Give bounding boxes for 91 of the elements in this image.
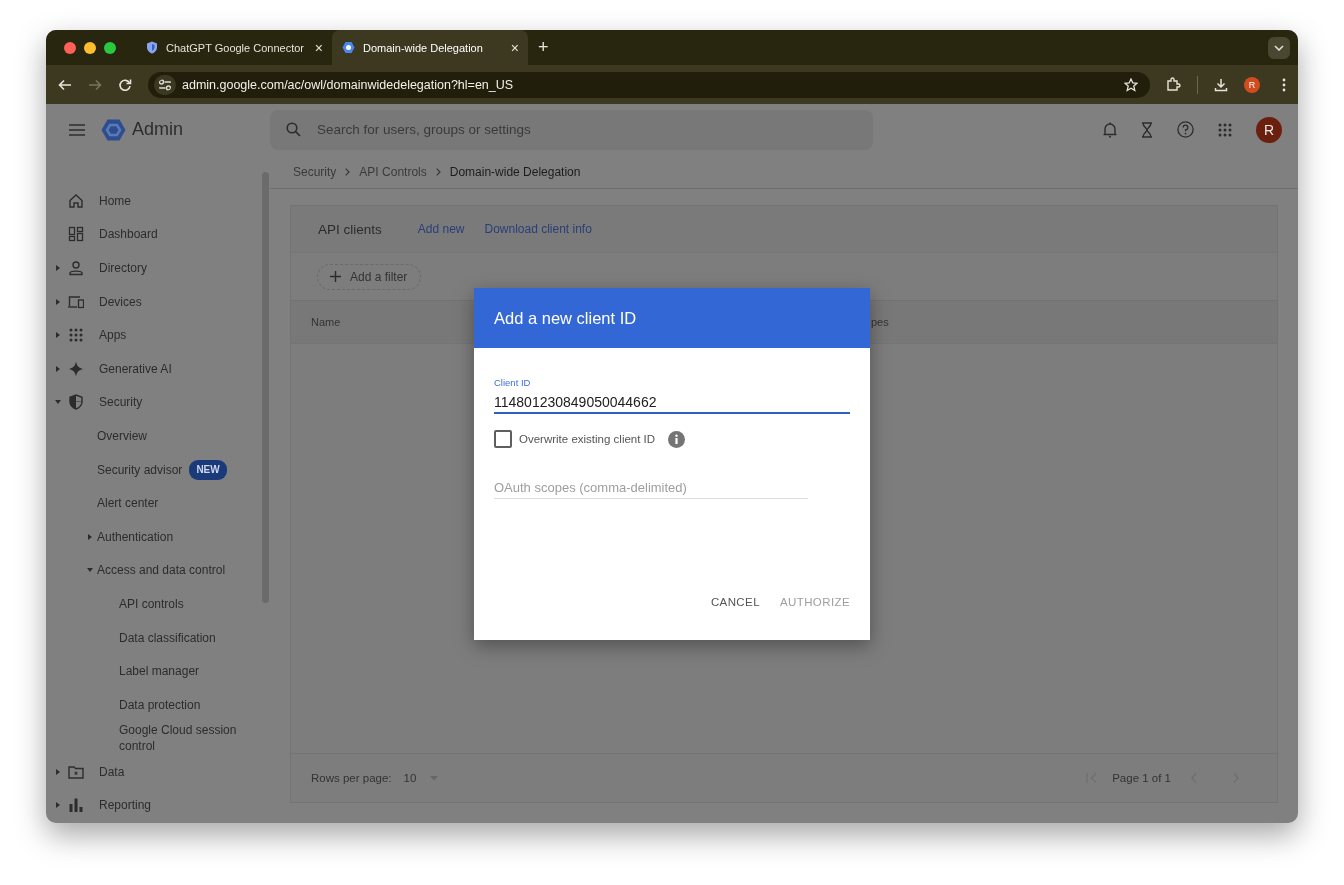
- more-menu-icon[interactable]: [1282, 77, 1286, 92]
- apps-grid-icon: [68, 327, 84, 344]
- back-arrow-icon[interactable]: [58, 77, 72, 92]
- caret-down-icon[interactable]: [55, 399, 61, 406]
- caret-right-icon[interactable]: [55, 298, 61, 305]
- caret-right-icon[interactable]: [55, 265, 61, 271]
- sidebar-item[interactable]: Label manager: [46, 654, 270, 688]
- person-icon: [68, 260, 84, 276]
- hexagon-logo-icon: [101, 118, 126, 141]
- dialog-button[interactable]: CANCEL: [702, 590, 768, 614]
- sidebar-item[interactable]: Security advisor NEW: [46, 452, 270, 487]
- browser-tab[interactable]: Domain-wide Delegation ×: [332, 30, 528, 65]
- info-icon[interactable]: [668, 430, 686, 448]
- browser-tab[interactable]: ChatGPT Google Connector ×: [136, 30, 332, 65]
- new-tab-button[interactable]: +: [538, 37, 549, 58]
- sidebar-item[interactable]: Authentication: [46, 519, 270, 554]
- dashboard-icon: [68, 226, 84, 243]
- tab-title: Domain-wide Delegation: [363, 41, 484, 54]
- sidebar-item[interactable]: Dashboard: [46, 217, 270, 252]
- chevron-right-icon: [435, 167, 441, 176]
- tab-search-button[interactable]: [1268, 36, 1290, 59]
- checkbox[interactable]: [494, 430, 512, 448]
- search-icon: [286, 121, 301, 137]
- profile-avatar[interactable]: R: [1244, 76, 1260, 93]
- window-control[interactable]: [104, 41, 116, 54]
- download-icon[interactable]: [1214, 77, 1228, 92]
- sidebar-item[interactable]: Google Cloud session control: [46, 721, 270, 756]
- chevron-right-icon: [345, 167, 351, 176]
- hourglass-icon[interactable]: [1141, 121, 1153, 138]
- sidebar-item[interactable]: Alert center: [46, 486, 270, 520]
- caret-right-icon[interactable]: [55, 802, 61, 809]
- sidebar-item[interactable]: API controls: [46, 587, 270, 621]
- checkbox-label: Overwrite existing client ID: [519, 433, 656, 445]
- sidebar-item[interactable]: Security: [46, 385, 270, 420]
- puzzle-icon[interactable]: [1166, 77, 1181, 92]
- chevron-down-icon: [1274, 44, 1284, 51]
- breadcrumb-link[interactable]: API Controls: [359, 164, 427, 179]
- tab-title: ChatGPT Google Connector: [166, 41, 305, 54]
- shield-icon: [68, 394, 84, 411]
- sidebar-item[interactable]: Generative AI: [46, 351, 270, 386]
- reload-icon[interactable]: [118, 77, 132, 92]
- sidebar-item[interactable]: Devices: [46, 284, 270, 319]
- rows-per-page-label: Rows per page:: [311, 772, 392, 784]
- star-icon[interactable]: [1124, 77, 1138, 92]
- sparkle-icon: [68, 360, 84, 377]
- caret-down-icon[interactable]: [87, 567, 93, 574]
- rows-per-page-select[interactable]: 10: [403, 772, 439, 784]
- devices-icon: [68, 293, 84, 310]
- sidebar-item[interactable]: Reporting: [46, 788, 270, 823]
- sidebar-item[interactable]: Apps: [46, 318, 270, 352]
- user-avatar[interactable]: R: [1256, 116, 1282, 143]
- breadcrumb-link[interactable]: Security: [293, 164, 337, 179]
- home-icon: [68, 192, 84, 209]
- address-bar[interactable]: admin.google.com/ac/owl/domainwidedelegation?hl=en_US: [148, 71, 1150, 98]
- sidebar-item[interactable]: Directory: [46, 251, 270, 285]
- product-name: Admin: [132, 119, 184, 140]
- action-link[interactable]: Add new: [417, 222, 465, 236]
- caret-right-icon[interactable]: [55, 768, 61, 775]
- menu-icon[interactable]: [69, 123, 85, 136]
- help-icon[interactable]: [1177, 121, 1194, 138]
- sidebar-item[interactable]: Data: [46, 755, 270, 789]
- apps-grid-icon[interactable]: [1218, 122, 1232, 137]
- card-title: API clients: [318, 221, 382, 237]
- url-text: admin.google.com/ac/owl/domainwidedelegation?hl=en_US: [182, 77, 514, 92]
- sidebar-item[interactable]: Access and data control: [46, 553, 270, 588]
- search-field[interactable]: Search for users, groups or settings: [270, 109, 873, 150]
- page-indicator: Page 1 of 1: [1112, 772, 1171, 784]
- sidebar-item[interactable]: Home: [46, 184, 270, 218]
- sidebar-item[interactable]: Data classification: [46, 620, 270, 655]
- bell-icon[interactable]: [1103, 121, 1117, 138]
- sidebar-item[interactable]: Data protection: [46, 687, 270, 722]
- action-link[interactable]: Download client info: [484, 222, 592, 236]
- new-badge: NEW: [189, 459, 227, 480]
- field-label: Client ID: [494, 377, 532, 388]
- close-icon[interactable]: ×: [314, 39, 323, 56]
- plus-icon: [330, 271, 341, 282]
- folder-icon: [68, 763, 84, 780]
- bar-chart-icon: [68, 797, 84, 814]
- caret-right-icon[interactable]: [55, 365, 61, 372]
- dialog-title: Add a new client ID: [474, 288, 870, 348]
- column-header[interactable]: pes: [871, 316, 889, 328]
- window-control[interactable]: [64, 41, 76, 54]
- site-settings-icon[interactable]: [154, 74, 176, 95]
- close-icon[interactable]: ×: [510, 39, 519, 56]
- window-control[interactable]: [84, 41, 96, 54]
- hexagon-icon: [342, 41, 355, 54]
- caret-right-icon[interactable]: [55, 332, 61, 339]
- sidebar-item[interactable]: Overview: [46, 419, 270, 453]
- caret-right-icon[interactable]: [87, 533, 93, 540]
- shield-icon: [146, 41, 158, 54]
- scopes-field[interactable]: OAuth scopes (comma-delimited): [494, 480, 808, 499]
